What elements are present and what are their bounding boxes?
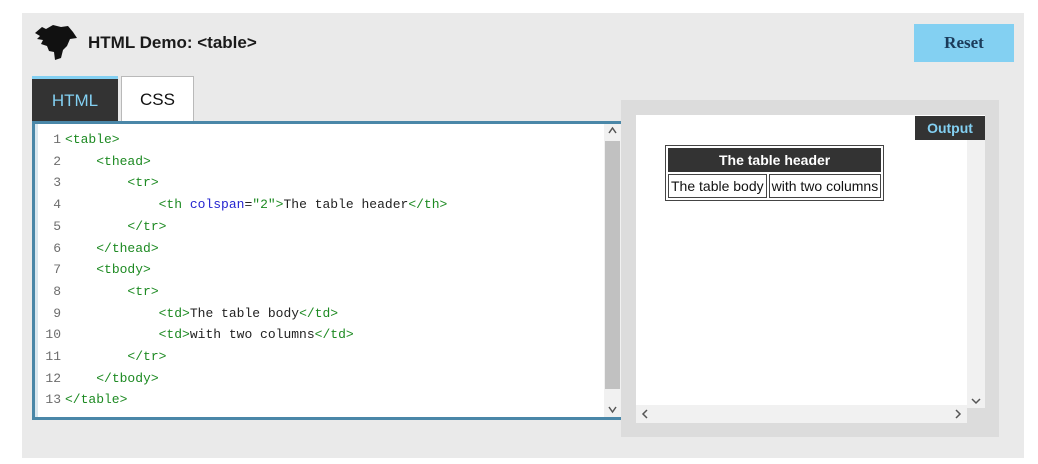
line-number: 10 [45, 327, 61, 343]
reset-button[interactable]: Reset [914, 24, 1014, 62]
code-token: "2" [252, 197, 276, 213]
code-line[interactable]: 1 <table> [35, 129, 595, 151]
code-token: <tr> [127, 283, 159, 299]
output-table-cell: The table body [668, 174, 767, 198]
code-token: <thead> [96, 153, 151, 169]
code-line[interactable]: 13 </table> [35, 389, 595, 411]
line-number: 13 [45, 392, 61, 408]
code-token: with two columns [189, 327, 315, 343]
code-token: </thead> [96, 240, 159, 256]
editor-scroll-thumb[interactable] [605, 141, 620, 389]
code-token: </th> [408, 197, 448, 213]
line-number: 9 [53, 305, 61, 321]
code-token: The table header [283, 197, 409, 213]
code-token: The table body [189, 305, 300, 321]
code-token: </td> [314, 327, 354, 343]
code-line[interactable]: 10 <td>with two columns</td> [35, 324, 595, 346]
code-line[interactable]: 8 <tr> [35, 281, 595, 303]
code-line[interactable]: 7 <tbody> [35, 259, 595, 281]
output-vertical-scrollbar[interactable] [967, 140, 985, 408]
editor-scrollbar[interactable] [604, 124, 621, 417]
scroll-up-icon[interactable] [608, 126, 617, 135]
code-token: <td> [158, 327, 190, 343]
line-number: 6 [53, 240, 61, 256]
scroll-left-icon[interactable] [640, 409, 650, 419]
output-label: Output [915, 116, 985, 140]
line-number: 12 [45, 370, 61, 386]
scroll-right-icon[interactable] [953, 409, 963, 419]
code-editor[interactable]: 1 <table> 2 <thead> 3 <tr> 4 <th colspan="2"… [32, 121, 623, 420]
line-number: 4 [53, 197, 61, 213]
scroll-down-icon[interactable] [971, 396, 981, 406]
logo-icon [35, 25, 77, 60]
scroll-down-icon[interactable] [608, 405, 617, 414]
code-line[interactable]: 11 </tr> [35, 346, 595, 368]
code-token: <th [158, 197, 190, 213]
code-line[interactable]: 4 <th colspan="2">The table header</th> [35, 194, 595, 216]
line-number: 2 [53, 153, 61, 169]
output-table-header: The table header [668, 148, 882, 172]
line-number: 3 [53, 175, 61, 191]
tab-html[interactable]: HTML [32, 76, 118, 122]
code-line[interactable]: 9 <td>The table body</td> [35, 303, 595, 325]
page-title: HTML Demo: <table> [88, 33, 257, 52]
code-line[interactable]: 5 </tr> [35, 216, 595, 238]
code-token: <td> [158, 305, 190, 321]
code-token: </td> [299, 305, 339, 321]
line-number: 11 [45, 349, 61, 364]
tab-css[interactable]: CSS [121, 76, 194, 123]
code-token: </tbody> [96, 370, 159, 386]
line-number: 8 [53, 283, 61, 299]
line-number: 7 [53, 262, 61, 278]
code-line[interactable]: 3 <tr> [35, 172, 595, 194]
code-line[interactable]: 2 <thead> [35, 151, 595, 173]
code-token: <table> [65, 132, 120, 147]
code-token: </table> [65, 392, 128, 408]
line-number: 5 [53, 218, 61, 234]
code-token: <tbody> [96, 262, 151, 278]
code-token: </tr> [127, 349, 167, 364]
line-number: 1 [53, 132, 61, 147]
output-table: The table header The table body with two… [665, 145, 885, 201]
code-token: <tr> [127, 175, 159, 191]
code-line[interactable]: 12 </tbody> [35, 368, 595, 390]
output-horizontal-scrollbar[interactable] [636, 405, 967, 423]
output-table-cell: with two columns [768, 174, 882, 198]
code-line[interactable]: 6 </thead> [35, 238, 595, 260]
code-token: </tr> [127, 218, 167, 234]
code-token: colspan [189, 197, 245, 213]
